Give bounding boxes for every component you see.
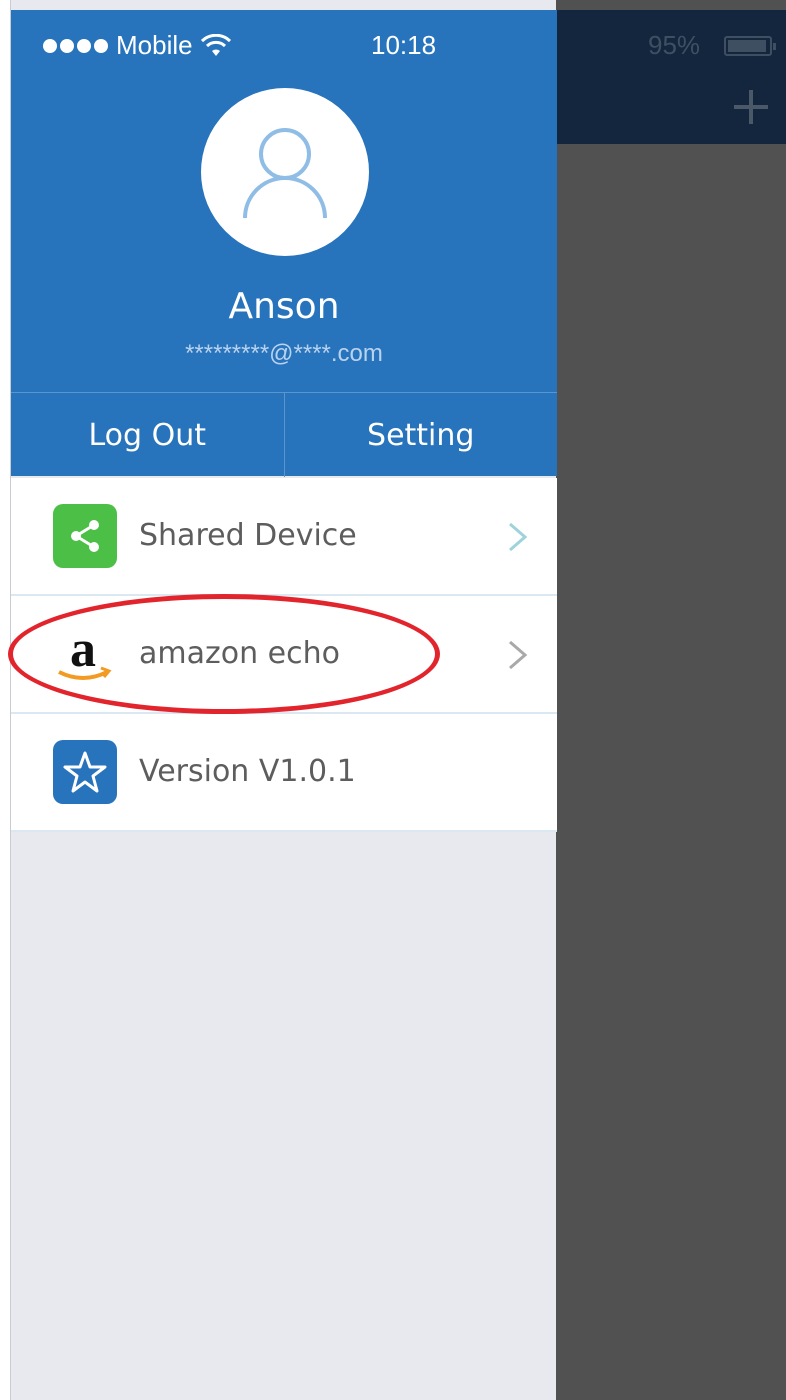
amazon-logo-icon: a <box>53 622 117 686</box>
menu-item-label: Shared Device <box>139 518 357 553</box>
user-name: Anson <box>228 286 340 327</box>
side-drawer: Mobile 10:18 Anson *********@****.com Lo… <box>10 0 557 1400</box>
setting-button[interactable]: Setting <box>283 393 558 477</box>
share-icon <box>53 504 117 568</box>
menu-item-version[interactable]: Version V1.0.1 <box>11 714 557 832</box>
status-bar-left: Mobile <box>43 30 231 61</box>
chevron-right-icon <box>509 640 528 670</box>
menu-item-label: Version V1.0.1 <box>139 754 356 789</box>
star-icon <box>53 740 117 804</box>
user-email: *********@****.com <box>185 340 383 367</box>
wifi-icon <box>200 33 231 56</box>
signal-strength-icon <box>43 38 108 53</box>
logout-button[interactable]: Log Out <box>11 393 284 477</box>
main-nav-bar: 95% <box>556 10 786 144</box>
menu-item-label: amazon echo <box>139 636 340 671</box>
chevron-right-icon <box>509 522 528 552</box>
menu-item-amazon-echo[interactable]: a amazon echo <box>11 596 557 714</box>
profile-header: Mobile 10:18 Anson *********@****.com Lo… <box>11 10 557 477</box>
avatar[interactable] <box>201 88 369 256</box>
drawer-menu: Shared Device a amazon echo Version V1.0… <box>11 478 557 832</box>
svg-text:a: a <box>70 622 96 678</box>
battery-icon <box>724 36 776 56</box>
user-icon <box>243 128 327 219</box>
dimmed-main-screen[interactable]: 95% <box>556 0 786 1400</box>
battery-percentage: 95% <box>648 30 701 60</box>
status-time: 10:18 <box>371 30 437 60</box>
account-actions: Log Out Setting <box>11 392 557 477</box>
add-icon[interactable] <box>734 90 768 124</box>
menu-item-shared-device[interactable]: Shared Device <box>11 478 557 596</box>
carrier-name: Mobile <box>116 30 193 60</box>
